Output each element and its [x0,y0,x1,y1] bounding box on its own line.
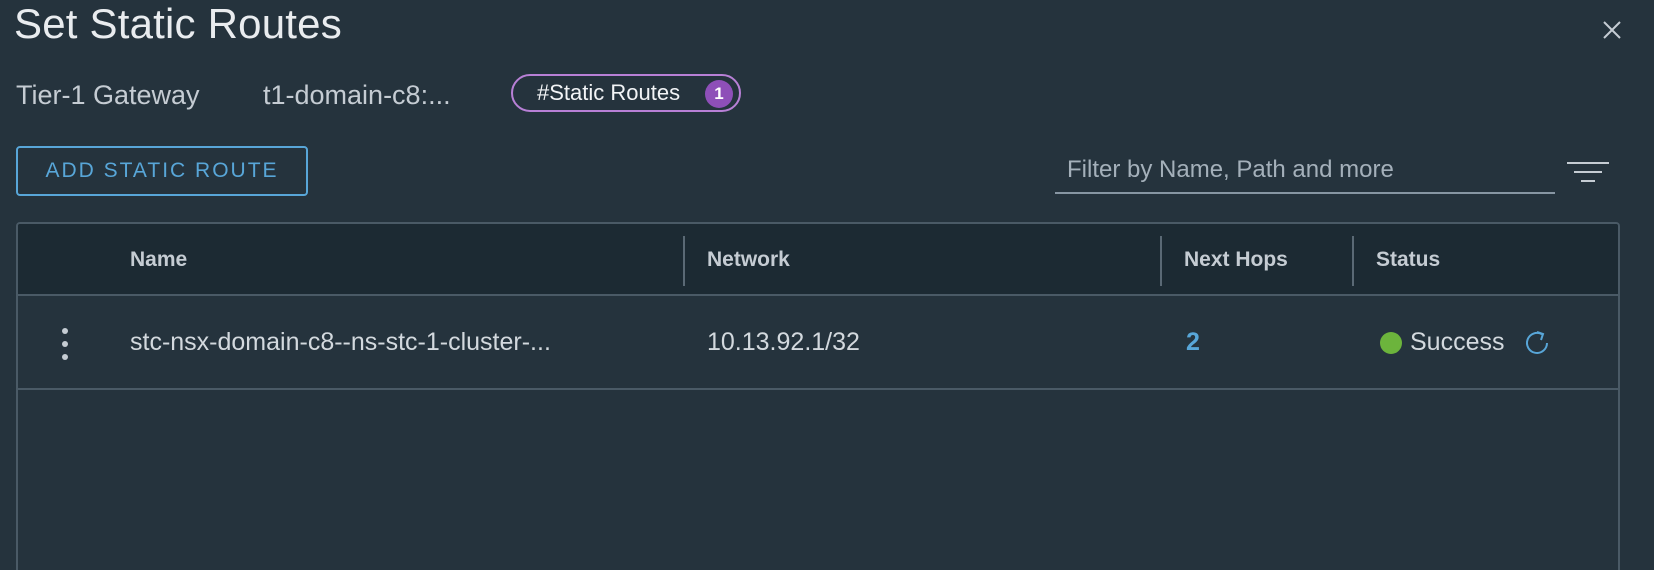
column-header-name[interactable]: Name [130,248,187,272]
route-name: stc-nsx-domain-c8--ns-stc-1-cluster-... [130,328,551,356]
gateway-value: t1-domain-c8:... [263,80,451,110]
dialog-title: Set Static Routes [14,0,342,47]
column-separator[interactable] [683,236,685,286]
static-routes-dialog: Set Static Routes Tier-1 Gateway t1-doma… [0,0,1654,570]
static-routes-table: Name Network Next Hops Status stc-nsx-do… [16,222,1620,570]
table-header: Name Network Next Hops Status [18,224,1618,296]
column-separator[interactable] [1160,236,1162,286]
add-static-route-button[interactable]: ADD STATIC ROUTE [16,146,308,196]
gateway-label: Tier-1 Gateway [16,80,200,110]
close-icon[interactable] [1600,18,1624,42]
column-header-status[interactable]: Status [1376,248,1440,272]
filter-input[interactable] [1055,148,1555,194]
table-row: stc-nsx-domain-c8--ns-stc-1-cluster-... … [18,296,1618,390]
static-routes-count-pill[interactable]: #Static Routes 1 [511,74,741,112]
kebab-menu-icon[interactable] [56,326,74,362]
column-separator[interactable] [1352,236,1354,286]
next-hops-link[interactable]: 2 [1186,328,1200,357]
column-header-next-hops[interactable]: Next Hops [1184,248,1288,272]
route-status: Success [1410,328,1505,356]
refresh-icon[interactable] [1522,328,1552,358]
status-success-icon [1380,332,1402,354]
pill-label: #Static Routes [537,80,681,105]
route-network: 10.13.92.1/32 [707,328,860,356]
column-header-network[interactable]: Network [707,248,790,272]
count-badge: 1 [705,80,733,108]
filter-icon[interactable] [1565,160,1611,184]
